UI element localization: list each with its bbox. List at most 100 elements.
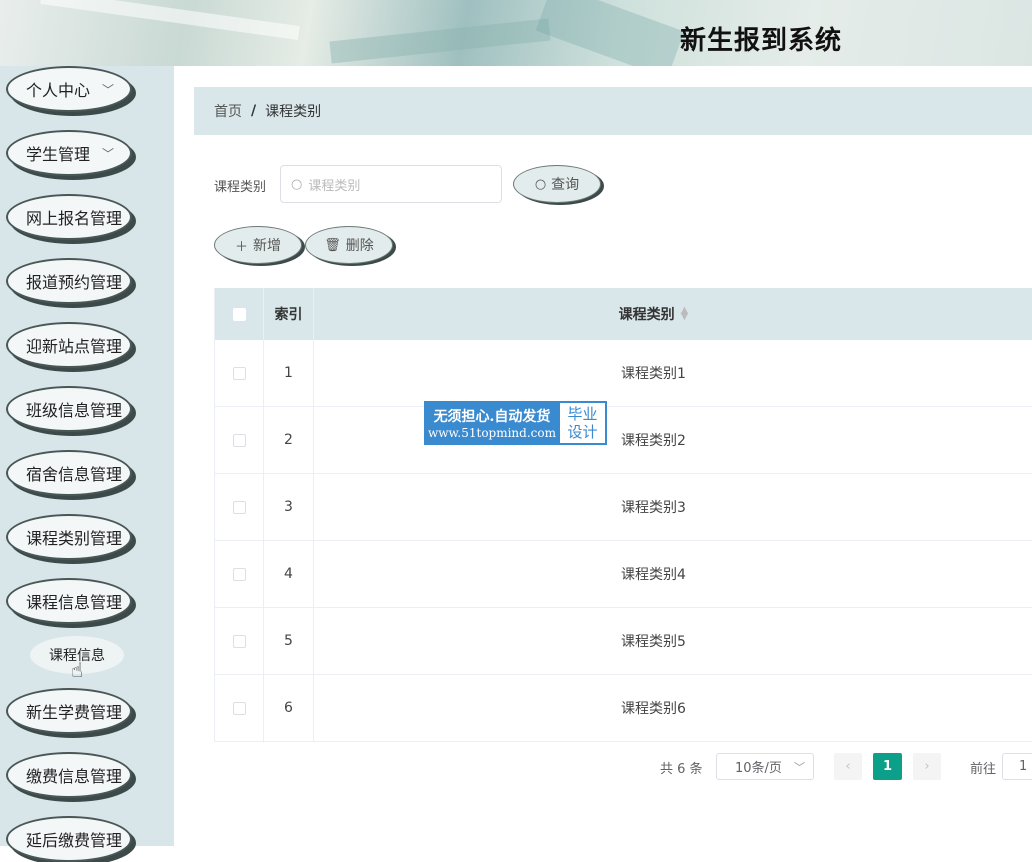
delete-button[interactable]: 🗑 删除 bbox=[305, 226, 393, 264]
header-category[interactable]: 课程类别 ▲ ▼ bbox=[314, 288, 1032, 340]
prev-page-button[interactable]: ‹ bbox=[834, 753, 862, 780]
sidebar-item-course-info[interactable]: 课程信息管理 bbox=[6, 578, 132, 624]
trash-icon: 🗑 bbox=[324, 237, 341, 253]
sidebar-item-tuition[interactable]: 新生学费管理 bbox=[6, 688, 132, 734]
chevron-down-icon: ﹀ bbox=[101, 83, 114, 97]
pagination-total: 共 6 条 bbox=[660, 762, 703, 777]
breadcrumb-current: 课程类别 bbox=[265, 104, 322, 120]
data-table: 索引 课程类别 ▲ ▼ 1 课程类别1 2 课程类别2 3 课程类别3 4 课程类… bbox=[214, 288, 1032, 742]
query-button[interactable]: ○ 查询 bbox=[513, 165, 601, 203]
watermark-line1: 无须担心.自动发货 bbox=[433, 409, 551, 425]
watermark-badge: 无须担心.自动发货 www.51topmind.com 毕业 设计 bbox=[424, 401, 607, 445]
table-row: 3 课程类别3 bbox=[215, 474, 1032, 541]
table-row: 6 课程类别6 bbox=[215, 675, 1032, 742]
sidebar-item-report-appointment[interactable]: 报道预约管理 bbox=[6, 258, 132, 304]
goto-label: 前往 bbox=[970, 762, 997, 777]
search-input[interactable]: ○ 课程类别 bbox=[280, 165, 502, 203]
delete-button-label: 删除 bbox=[345, 238, 374, 254]
row-category: 课程类别5 bbox=[621, 634, 686, 650]
breadcrumb-separator: / bbox=[251, 103, 257, 119]
sidebar-item-label: 新生学费管理 bbox=[26, 703, 123, 722]
watermark-line2: www.51topmind.com bbox=[428, 426, 556, 440]
sidebar: 个人中心 ﹀ 学生管理 ﹀ 网上报名管理 报道预约管理 迎新站点管理 班级信息管… bbox=[0, 66, 174, 862]
watermark-text: 无须担心.自动发货 www.51topmind.com bbox=[424, 401, 560, 445]
row-index: 4 bbox=[264, 541, 314, 607]
search-icon: ○ bbox=[534, 176, 547, 192]
current-page-button[interactable]: 1 bbox=[873, 753, 902, 780]
app-header: 新生报到系统 bbox=[0, 0, 1032, 66]
header-decoration bbox=[40, 0, 300, 41]
header-index: 索引 bbox=[264, 288, 314, 340]
watermark-tag-line1: 毕业 bbox=[567, 405, 598, 423]
sidebar-item-label: 缴费信息管理 bbox=[26, 767, 123, 786]
header-checkbox-cell bbox=[215, 288, 264, 340]
header-decoration bbox=[535, 0, 685, 66]
sidebar-item-dorm-info[interactable]: 宿舍信息管理 bbox=[6, 450, 132, 496]
row-checkbox[interactable] bbox=[232, 500, 246, 514]
table-row: 1 课程类别1 bbox=[215, 340, 1032, 407]
row-index: 6 bbox=[264, 675, 314, 741]
sidebar-item-online-registration[interactable]: 网上报名管理 bbox=[6, 194, 132, 240]
sidebar-item-course-category[interactable]: 课程类别管理 bbox=[6, 514, 132, 560]
add-button-label: 新增 bbox=[253, 238, 281, 254]
row-checkbox[interactable] bbox=[232, 433, 246, 447]
chevron-right-icon: › bbox=[924, 759, 930, 774]
row-category: 课程类别4 bbox=[621, 567, 686, 583]
row-index: 3 bbox=[264, 474, 314, 540]
select-all-checkbox[interactable] bbox=[232, 307, 246, 321]
sidebar-item-student-management[interactable]: 学生管理 ﹀ bbox=[6, 130, 132, 176]
watermark-tag: 毕业 设计 bbox=[560, 403, 605, 443]
sidebar-item-payment-info[interactable]: 缴费信息管理 bbox=[6, 752, 132, 798]
row-checkbox[interactable] bbox=[232, 634, 246, 648]
search-icon: ○ bbox=[291, 176, 303, 192]
hand-cursor-icon: ☝ bbox=[71, 658, 84, 682]
sidebar-item-deferred-payment[interactable]: 延后缴费管理 bbox=[6, 816, 132, 862]
chevron-left-icon: ‹ bbox=[845, 759, 851, 774]
row-index: 1 bbox=[264, 340, 314, 406]
row-checkbox[interactable] bbox=[232, 701, 246, 715]
chevron-down-icon: ﹀ bbox=[794, 761, 805, 774]
row-checkbox[interactable] bbox=[232, 567, 246, 581]
next-page-button[interactable]: › bbox=[913, 753, 941, 780]
row-category: 课程类别2 bbox=[621, 433, 686, 449]
sidebar-item-label: 网上报名管理 bbox=[26, 209, 123, 228]
search-placeholder: 课程类别 bbox=[308, 178, 361, 194]
sidebar-item-personal-center[interactable]: 个人中心 ﹀ bbox=[6, 66, 132, 112]
table-row: 4 课程类别4 bbox=[215, 541, 1032, 608]
chevron-down-icon: ﹀ bbox=[101, 147, 114, 161]
goto-page-input[interactable]: 1 bbox=[1002, 753, 1032, 780]
sort-icon[interactable]: ▲ ▼ bbox=[681, 306, 689, 322]
sidebar-item-label: 课程信息管理 bbox=[26, 593, 123, 612]
sidebar-item-label: 班级信息管理 bbox=[26, 401, 123, 420]
table-header: 索引 课程类别 ▲ ▼ bbox=[215, 288, 1032, 340]
sidebar-item-label: 学生管理 bbox=[26, 145, 91, 164]
sidebar-item-welcome-station[interactable]: 迎新站点管理 bbox=[6, 322, 132, 368]
row-category: 课程类别1 bbox=[621, 366, 686, 382]
plus-icon: ＋ bbox=[234, 239, 248, 255]
sidebar-item-label: 宿舍信息管理 bbox=[26, 465, 123, 484]
sidebar-item-label: 延后缴费管理 bbox=[26, 831, 123, 850]
add-button[interactable]: ＋ 新增 bbox=[214, 226, 302, 264]
page-size-value: 10条/页 bbox=[735, 761, 782, 776]
table-row: 5 课程类别5 bbox=[215, 608, 1032, 675]
sidebar-item-class-info[interactable]: 班级信息管理 bbox=[6, 386, 132, 432]
header-decoration bbox=[329, 18, 551, 64]
row-index: 2 bbox=[264, 407, 314, 473]
table-row: 2 课程类别2 bbox=[215, 407, 1032, 474]
watermark-tag-line2: 设计 bbox=[567, 423, 598, 441]
row-checkbox[interactable] bbox=[232, 366, 246, 380]
search-label: 课程类别 bbox=[214, 180, 267, 195]
sidebar-item-label: 个人中心 bbox=[26, 81, 91, 100]
page-size-select[interactable]: 10条/页 ﹀ bbox=[716, 753, 814, 780]
row-index: 5 bbox=[264, 608, 314, 674]
breadcrumb-home[interactable]: 首页 bbox=[214, 101, 242, 121]
query-button-label: 查询 bbox=[551, 177, 580, 193]
app-title: 新生报到系统 bbox=[680, 26, 843, 56]
sidebar-item-label: 报道预约管理 bbox=[26, 273, 123, 292]
sidebar-item-label: 迎新站点管理 bbox=[26, 337, 123, 356]
breadcrumb: 首页 / 课程类别 bbox=[194, 87, 1032, 135]
row-category: 课程类别3 bbox=[621, 500, 686, 516]
sidebar-item-label: 课程类别管理 bbox=[26, 529, 123, 548]
row-category: 课程类别6 bbox=[621, 701, 686, 717]
header-category-label: 课程类别 bbox=[618, 307, 675, 323]
